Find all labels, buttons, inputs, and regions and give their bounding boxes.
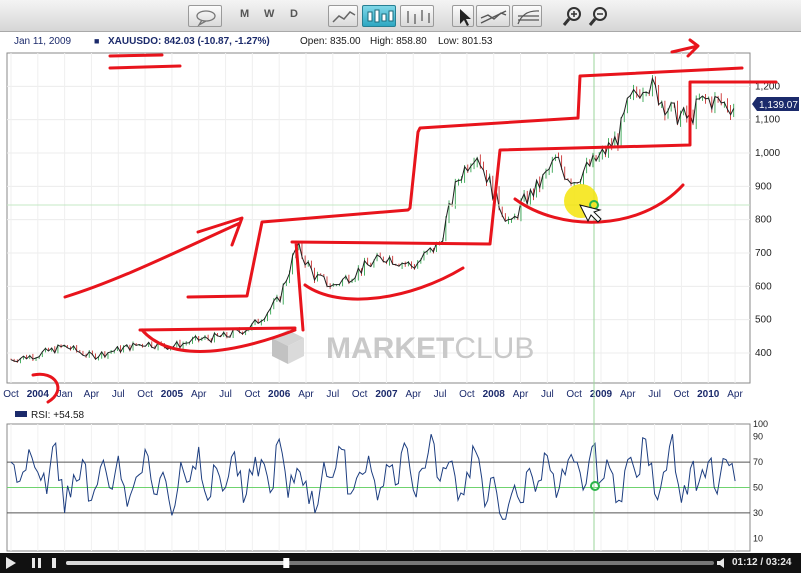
time-tick-label: 2010	[697, 389, 720, 400]
time-tick-label: 2005	[161, 389, 184, 400]
time-tick-label: Apr	[513, 389, 529, 400]
time-axis: Oct 2004 Jan Apr Jul Oct 2005 Apr Jul Oct 2006 Apr J…	[3, 389, 743, 400]
rsi-tick-label: 50	[753, 483, 763, 493]
price-tick-label: 400	[755, 348, 772, 359]
time-tick-label: 2007	[375, 389, 398, 400]
price-tick-label: 800	[755, 215, 772, 226]
time-tick-label: Jul	[326, 389, 339, 400]
rsi-tick-label: 100	[753, 419, 768, 429]
time-tick-label: Jul	[541, 389, 554, 400]
chart-canvas[interactable]: MARKETCLUB 400 500 600 700 800 900 1,000 1,100 1…	[0, 0, 801, 553]
time-tick-label: Apr	[620, 389, 636, 400]
last-price-badge: 1,139.07	[752, 97, 799, 111]
pause-icon[interactable]	[32, 558, 41, 568]
time-tick-label: Jul	[219, 389, 232, 400]
time-tick-label: 2009	[590, 389, 613, 400]
time-tick-label: Jul	[434, 389, 447, 400]
price-axis: 4005006007008009001,0001,1001,200	[755, 81, 780, 359]
price-tick-label: 600	[755, 281, 772, 292]
price-tick-label: 1,100	[755, 115, 780, 126]
watermark-market: MARKET	[326, 332, 454, 365]
video-player-bar: 01:12 / 03:24	[0, 553, 801, 573]
playback-time: 01:12 / 03:24	[732, 557, 792, 568]
price-tick-label: 500	[755, 315, 772, 326]
time-tick-label: Oct	[674, 389, 690, 400]
volume-icon[interactable]	[717, 558, 724, 568]
time-tick-label: Jul	[112, 389, 125, 400]
price-tick-label: 1,000	[755, 148, 780, 159]
time-tick-label: Oct	[566, 389, 582, 400]
time-tick-label: Oct	[352, 389, 368, 400]
price-tick-label: 700	[755, 248, 772, 259]
time-tick-label: 2008	[483, 389, 506, 400]
time-tick-label: Oct	[137, 389, 153, 400]
rsi-swatch-icon	[15, 411, 27, 417]
time-tick-label: Oct	[245, 389, 261, 400]
time-tick-label: Apr	[405, 389, 421, 400]
time-tick-label: 2004	[27, 389, 50, 400]
rsi-tick-label: 70	[753, 457, 763, 467]
time-tick-label: Apr	[727, 389, 743, 400]
play-icon[interactable]	[6, 557, 16, 569]
rsi-tick-label: 30	[753, 508, 763, 518]
watermark-club: CLUB	[454, 332, 534, 365]
rsi-tick-label: 10	[753, 533, 763, 543]
rsi-title: RSI: +54.58	[31, 410, 85, 421]
time-tick-label: Oct	[459, 389, 475, 400]
time-tick-label: Apr	[298, 389, 314, 400]
stop-icon[interactable]	[52, 558, 56, 568]
time-tick-label: Apr	[84, 389, 100, 400]
rsi-tick-label: 90	[753, 432, 763, 442]
last-price-label: 1,139.07	[759, 100, 798, 111]
time-tick-label: Apr	[191, 389, 207, 400]
price-tick-label: 900	[755, 181, 772, 192]
time-tick-label: 2006	[268, 389, 291, 400]
svg-text:MARKETCLUB: MARKETCLUB	[326, 332, 534, 365]
seek-thumb[interactable]	[283, 558, 290, 568]
time-tick-label: Oct	[3, 389, 19, 400]
rsi-legend: RSI: +54.58	[15, 410, 85, 421]
rsi-axis: 10 30 50 70 90 100	[753, 419, 768, 543]
seek-progress	[66, 561, 287, 565]
time-tick-label: Jul	[648, 389, 661, 400]
